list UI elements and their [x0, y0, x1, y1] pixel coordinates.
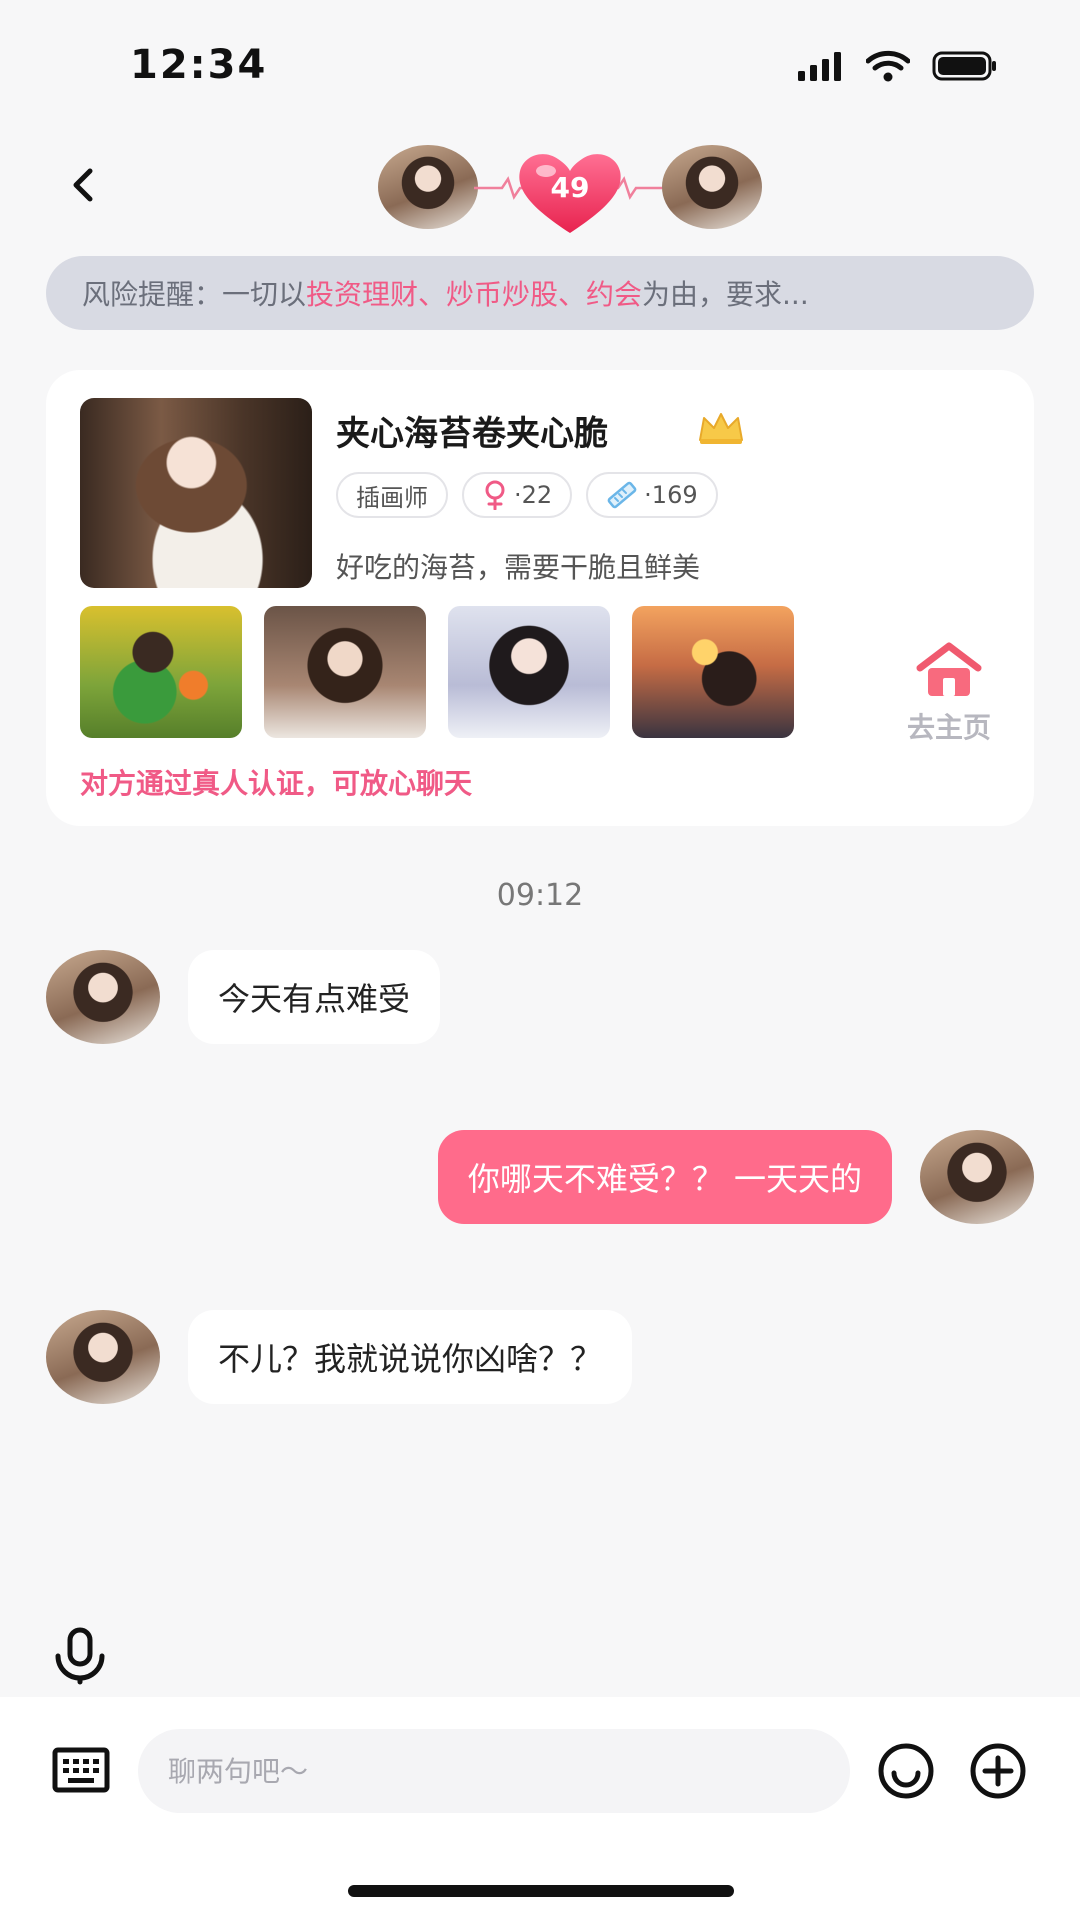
voice-button[interactable] [50, 1626, 110, 1686]
tag-age: ·22 [462, 472, 573, 518]
risk-suffix: 为由，要求... [642, 278, 809, 311]
partner-message-avatar[interactable] [46, 950, 160, 1044]
ruler-icon [607, 481, 637, 509]
message-text: 不儿？我就说说你凶啥？？ [218, 1340, 603, 1378]
risk-highlight: 投资理财、炒币炒股、约会 [306, 278, 643, 311]
status-time: 12:34 [130, 42, 268, 88]
message-bubble-outgoing[interactable]: 你哪天不难受？？ 一天天的 [437, 1130, 892, 1224]
gallery-photo[interactable] [448, 606, 610, 738]
profile-name: 夹心海苔卷夹心脆 [336, 414, 608, 454]
message-text: 今天有点难受 [218, 980, 411, 1018]
intimacy-value: 49 [550, 171, 590, 204]
keyboard-button[interactable] [52, 1747, 110, 1793]
profile-photo[interactable] [80, 398, 312, 588]
wifi-icon [866, 50, 910, 82]
chevron-left-icon [73, 168, 93, 202]
go-home-label: 去主页 [906, 711, 991, 744]
status-icons [796, 50, 998, 82]
tag-label: ·169 [644, 481, 698, 509]
gallery-photo[interactable] [632, 606, 794, 738]
go-home-button[interactable]: 去主页 [886, 640, 1012, 746]
keyboard-icon [52, 1747, 110, 1793]
my-avatar [662, 145, 762, 229]
plus-circle-icon [970, 1743, 1026, 1799]
risk-prefix: 风险提醒：一切以 [82, 278, 307, 311]
chat-timestamp: 09:12 [496, 878, 584, 913]
profile-bio: 好吃的海苔，需要干脆且鲜美 [336, 551, 701, 584]
partner-avatar [378, 145, 478, 229]
more-button[interactable] [968, 1741, 1028, 1801]
profile-tags: 插画师 ·22 ·169 [336, 472, 718, 518]
message-bubble-incoming[interactable]: 不儿？我就说说你凶啥？？ [188, 1310, 633, 1404]
signal-icon [798, 52, 841, 81]
back-button[interactable] [58, 160, 108, 210]
gallery-photo[interactable] [80, 606, 242, 738]
my-message-avatar[interactable] [920, 1130, 1034, 1224]
home-indicator [348, 1885, 734, 1897]
tag-height: ·169 [586, 472, 718, 518]
battery-icon [932, 51, 996, 81]
verification-notice: 对方通过真人认证，可放心聊天 [80, 767, 473, 800]
female-icon [485, 480, 505, 510]
status-bar: 12:34 [0, 0, 1080, 130]
message-text: 你哪天不难受？？ 一天天的 [467, 1160, 862, 1198]
tag-label: ·22 [514, 481, 553, 509]
microphone-icon [55, 1627, 105, 1685]
profile-card: 夹心海苔卷夹心脆 插画师 ·22 ·169 好吃的海苔，需要干脆且鲜美 去主页 … [46, 370, 1034, 826]
message-bubble-incoming[interactable]: 今天有点难受 [188, 950, 441, 1044]
partner-message-avatar[interactable] [46, 1310, 160, 1404]
home-icon [916, 642, 982, 696]
crown-icon [699, 413, 743, 444]
photo-gallery [80, 606, 794, 738]
gallery-photo[interactable] [264, 606, 426, 738]
input-bar [0, 1697, 1080, 1920]
smiley-icon [878, 1743, 934, 1799]
message-input[interactable] [138, 1729, 850, 1813]
tag-occupation: 插画师 [336, 472, 448, 518]
risk-warning-banner[interactable]: 风险提醒：一切以 投资理财、炒币炒股、约会 为由，要求... [46, 256, 1034, 330]
tag-label: 插画师 [356, 483, 428, 512]
emoji-button[interactable] [876, 1741, 936, 1801]
intimacy-header[interactable]: 49 [378, 143, 762, 239]
